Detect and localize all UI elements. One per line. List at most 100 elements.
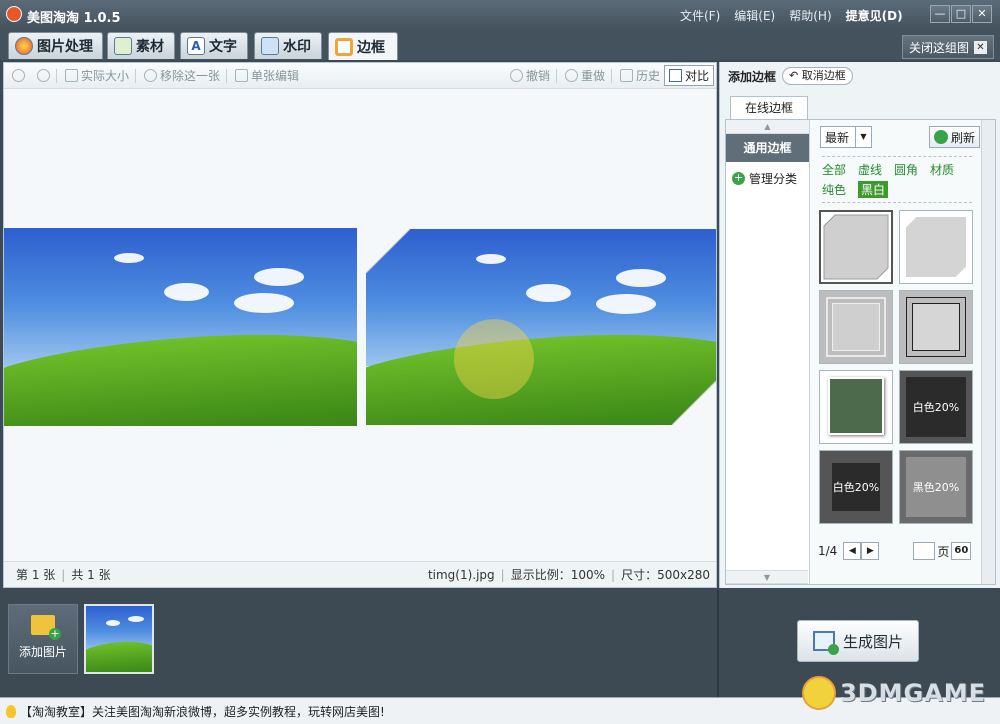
cancel-border-button[interactable]: ↶ 取消边框 bbox=[782, 67, 853, 85]
tab-image-processing[interactable]: 图片处理 bbox=[8, 32, 103, 59]
menu-help[interactable]: 帮助(H) bbox=[789, 7, 831, 24]
go-page-button[interactable]: 60 bbox=[951, 542, 972, 560]
canvas-toolbar: 实际大小 移除这一张 单张编辑 撤销 重做 历史 bbox=[4, 63, 716, 89]
undo-button[interactable]: 撤销 bbox=[509, 67, 550, 84]
filter-rounded[interactable]: 圆角 bbox=[894, 161, 918, 178]
border-panel: 添加边框 ↶ 取消边框 在线边框 ▲ 通用边框 + 管理分类 ▼ 最新 ▼ 刷新… bbox=[719, 62, 1000, 588]
zoom-ratio: 显示比例：100% bbox=[510, 568, 606, 582]
page-unit-label: 页 bbox=[937, 544, 950, 559]
tab-label: 图片处理 bbox=[37, 39, 93, 55]
tab-watermark[interactable]: 水印 bbox=[254, 32, 322, 59]
history-label: 历史 bbox=[635, 69, 660, 83]
redo-label: 重做 bbox=[580, 69, 605, 83]
tab-online-borders[interactable]: 在线边框 bbox=[730, 96, 808, 120]
undo-icon bbox=[509, 69, 523, 82]
add-image-label: 添加图片 bbox=[18, 645, 67, 659]
zoom-out-button[interactable] bbox=[37, 69, 50, 82]
next-page-button[interactable]: ▶ bbox=[861, 542, 880, 560]
image-thumbnail[interactable] bbox=[84, 604, 154, 674]
border-thumb[interactable] bbox=[819, 290, 893, 364]
category-scroll-up[interactable]: ▲ bbox=[726, 120, 809, 134]
border-browser: ▲ 通用边框 + 管理分类 ▼ 最新 ▼ 刷新 全部 虚线 圆角 材质 纯色 黑… bbox=[725, 119, 996, 585]
page-info: 1/4 bbox=[818, 544, 838, 558]
filter-solid[interactable]: 纯色 bbox=[822, 181, 846, 198]
filter-all[interactable]: 全部 bbox=[822, 161, 846, 178]
file-name: timg(1).jpg bbox=[427, 567, 495, 582]
category-item-general[interactable]: 通用边框 bbox=[726, 134, 809, 162]
actual-size-button[interactable]: 实际大小 bbox=[65, 67, 129, 84]
lightbulb-icon bbox=[6, 704, 16, 718]
sort-value: 最新 bbox=[825, 130, 850, 145]
refresh-label: 刷新 bbox=[950, 130, 975, 145]
undo-label: 撤销 bbox=[525, 69, 550, 83]
page-number-input[interactable] bbox=[913, 542, 936, 560]
tab-text[interactable]: A 文字 bbox=[180, 32, 248, 59]
close-window-button[interactable]: ✕ bbox=[972, 5, 992, 23]
text-icon: A bbox=[187, 37, 205, 55]
minimize-button[interactable]: — bbox=[930, 5, 950, 23]
tab-border[interactable]: 边框 bbox=[328, 32, 398, 60]
prev-page-button[interactable]: ◀ bbox=[843, 542, 862, 560]
border-gallery: 最新 ▼ 刷新 全部 虚线 圆角 材质 纯色 黑白 白色20% 白色20% 黑色… bbox=[816, 120, 982, 584]
border-thumb[interactable] bbox=[899, 290, 973, 364]
menu-feedback[interactable]: 提意见(D) bbox=[846, 7, 903, 24]
actual-size-icon bbox=[65, 69, 78, 82]
tab-material[interactable]: 素材 bbox=[107, 32, 175, 59]
tab-label: 水印 bbox=[283, 39, 311, 55]
add-icon: + bbox=[732, 171, 745, 185]
manage-categories-button[interactable]: + 管理分类 bbox=[732, 170, 809, 187]
single-edit-button[interactable]: 单张编辑 bbox=[235, 67, 299, 84]
history-button[interactable]: 历史 bbox=[619, 67, 660, 84]
border-thumb[interactable] bbox=[819, 210, 893, 284]
compare-button[interactable]: 对比 bbox=[663, 65, 714, 86]
pagination: 1/4 ◀ ▶ 页 60 bbox=[818, 540, 978, 562]
close-group-button[interactable]: 关闭这组图 ✕ bbox=[901, 35, 994, 59]
category-scroll-down[interactable]: ▼ bbox=[726, 570, 808, 584]
border-thumb[interactable]: 白色20% bbox=[899, 370, 973, 444]
actual-size-label: 实际大小 bbox=[81, 69, 130, 83]
site-watermark: 3DMGAME bbox=[801, 676, 986, 710]
border-thumb[interactable] bbox=[899, 210, 973, 284]
filter-dashed[interactable]: 虚线 bbox=[858, 161, 882, 178]
border-thumb-preview bbox=[823, 214, 889, 280]
redo-icon bbox=[564, 69, 578, 82]
border-panel-title: 添加边框 bbox=[728, 69, 777, 84]
total-image-count: 共 1 张 bbox=[71, 568, 111, 582]
remove-image-label: 移除这一张 bbox=[160, 69, 221, 83]
sort-dropdown[interactable]: 最新 ▼ bbox=[820, 126, 872, 148]
category-list: ▲ 通用边框 + 管理分类 ▼ bbox=[726, 120, 810, 584]
border-thumb[interactable] bbox=[819, 370, 893, 444]
border-thumb[interactable]: 白色20% bbox=[819, 450, 893, 524]
zoom-out-icon bbox=[37, 69, 50, 82]
zoom-in-button[interactable] bbox=[12, 69, 25, 82]
refresh-button[interactable]: 刷新 bbox=[928, 126, 980, 148]
canvas-status-bar: 第 1 张 | 共 1 张 timg(1).jpg | 显示比例：100% | … bbox=[4, 561, 716, 587]
filter-texture[interactable]: 材质 bbox=[930, 161, 954, 178]
generate-image-button[interactable]: 生成图片 bbox=[797, 620, 919, 662]
module-tab-row: 图片处理 素材 A 文字 水印 边框 关闭这组图 ✕ bbox=[0, 30, 1000, 60]
watermark-mascot-icon bbox=[454, 319, 534, 399]
remove-icon bbox=[144, 69, 158, 82]
material-icon bbox=[114, 37, 132, 55]
compare-icon bbox=[668, 69, 682, 82]
generate-icon bbox=[812, 631, 839, 655]
canvas-panel: 实际大小 移除这一张 单张编辑 撤销 重做 历史 对比 第 1 张 | 共 1 … bbox=[3, 62, 717, 588]
border-thumb[interactable]: 黑色20% bbox=[899, 450, 973, 524]
compare-label: 对比 bbox=[684, 69, 709, 83]
manage-categories-label: 管理分类 bbox=[749, 172, 798, 186]
menu-file[interactable]: 文件(F) bbox=[680, 7, 720, 24]
title-bar: 美图淘淘 1.0.5 文件(F) 编辑(E) 帮助(H) 提意见(D) — □ … bbox=[0, 0, 1000, 30]
border-gallery-scrollbar[interactable] bbox=[981, 120, 995, 584]
maximize-button[interactable]: □ bbox=[951, 5, 971, 23]
menu-edit[interactable]: 编辑(E) bbox=[734, 7, 775, 24]
cancel-border-label: 取消边框 bbox=[801, 69, 846, 82]
news-link[interactable]: 【淘淘教室】关注美图淘淘新浪微博，超多实例教程，玩转网店美图! bbox=[20, 703, 385, 720]
border-thumb-preview bbox=[904, 215, 968, 279]
redo-button[interactable]: 重做 bbox=[564, 67, 605, 84]
remove-image-button[interactable]: 移除这一张 bbox=[144, 67, 220, 84]
frame-icon bbox=[335, 37, 353, 56]
tab-label: 文字 bbox=[209, 39, 237, 55]
add-image-button[interactable]: 添加图片 bbox=[8, 604, 78, 674]
filter-black-white[interactable]: 黑白 bbox=[858, 181, 889, 198]
current-image-index: 第 1 张 bbox=[16, 568, 56, 582]
